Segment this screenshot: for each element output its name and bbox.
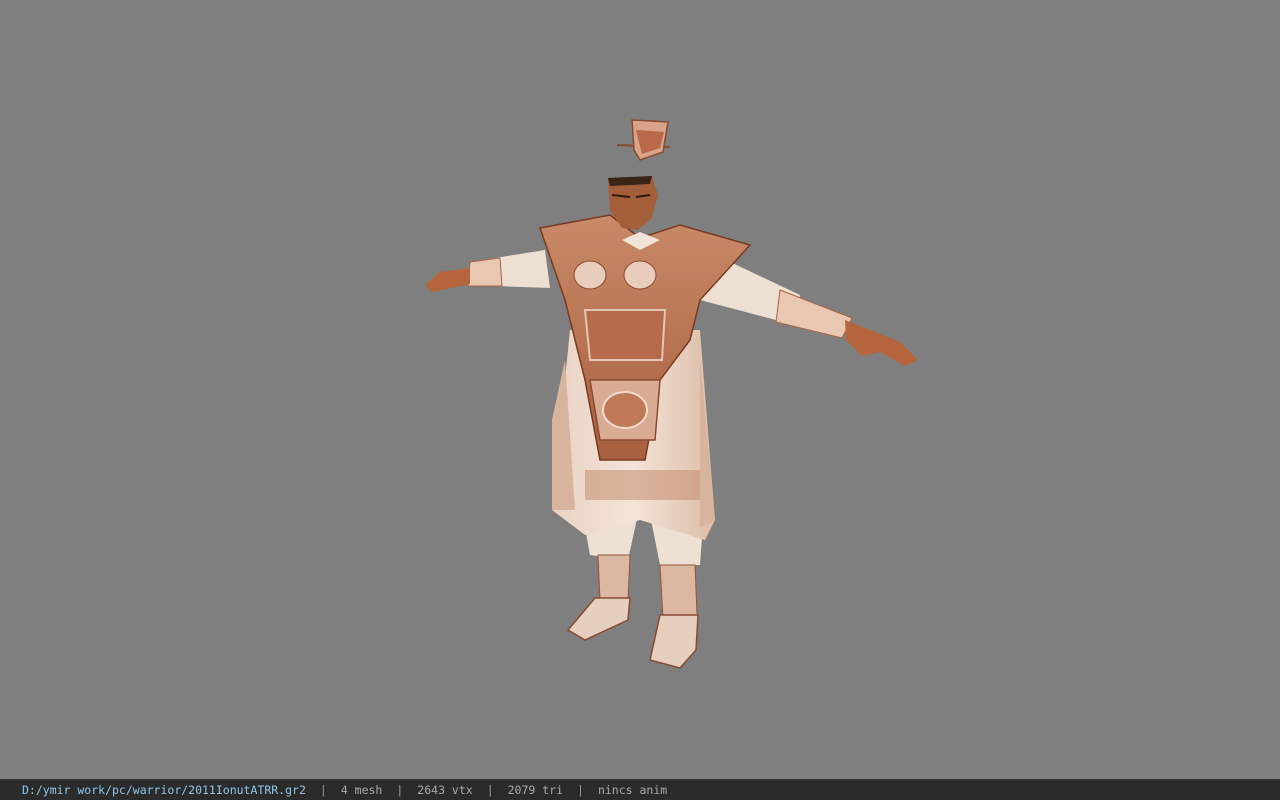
separator: | [396,783,404,797]
mesh-count: 4 mesh [340,783,383,797]
right-arm [700,250,918,366]
vertex-count: 2643 vtx [417,783,473,797]
separator: | [486,783,494,797]
status-bar: D:/ymir work/pc/warrior/2011IonutATRR.gr… [0,779,1280,800]
warrior-character-model [425,119,918,669]
model-viewport[interactable] [0,0,1280,779]
anim-status: nincs anim [597,783,668,797]
separator: | [577,783,584,797]
hat-piece [616,119,671,161]
triangle-count: 2079 tri [507,783,564,797]
left-arm [425,250,550,292]
file-path: D:/ymir work/pc/warrior/2011IonutATRR.gr… [22,783,306,797]
separator: | [319,783,327,797]
